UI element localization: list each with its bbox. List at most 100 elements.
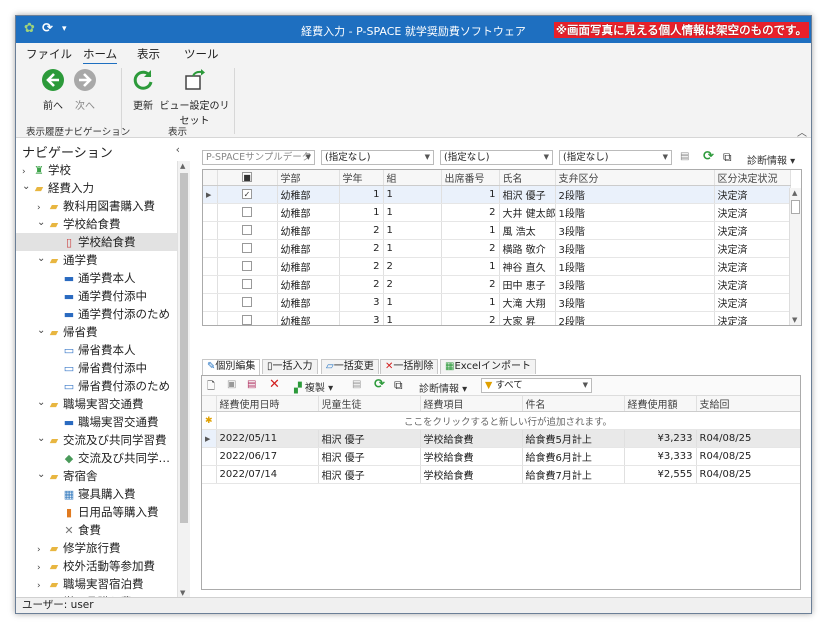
row-checkbox[interactable]: ✓ — [217, 185, 278, 204]
expense-cell[interactable]: 2022/05/11 — [216, 429, 319, 448]
expense-cell[interactable]: 相沢 優子 — [318, 447, 421, 466]
refresh-button[interactable]: 更新 — [128, 68, 158, 112]
collapsed-arrow-icon[interactable]: › — [37, 541, 47, 557]
student-cell[interactable]: 幼稚部 — [277, 221, 340, 240]
student-cell[interactable]: 1 — [441, 185, 500, 204]
collapsed-arrow-icon[interactable]: › — [37, 199, 47, 215]
student-cell[interactable]: 大滝 大翔 — [499, 293, 556, 312]
student-cell[interactable]: 幼稚部 — [277, 239, 340, 258]
tree-node-2[interactable]: › ▰ 教科用図書購入費 — [16, 197, 177, 215]
row-checkbox[interactable] — [217, 293, 278, 312]
student-cell[interactable]: 相沢 優子 — [499, 185, 556, 204]
expand-arrow-icon[interactable]: ⌄ — [37, 251, 47, 268]
student-cell[interactable]: 1 — [441, 257, 500, 276]
collapsed-arrow-icon[interactable]: › — [37, 577, 47, 593]
scroll-down-icon[interactable]: ▼ — [792, 316, 797, 324]
scroll-up-icon[interactable]: ▲ — [180, 162, 185, 170]
menu-view[interactable]: 表示 — [137, 46, 160, 62]
tree-node-4[interactable]: ▯ 学校給食費 — [16, 233, 177, 251]
col-header[interactable]: 経費使用額 — [624, 396, 697, 412]
collapse-nav-icon[interactable]: ‹ — [176, 143, 180, 156]
expense-cell[interactable]: 2022/07/14 — [216, 465, 319, 484]
student-cell[interactable]: 2 — [383, 257, 442, 276]
row-checkbox[interactable] — [217, 239, 278, 258]
tree-node-11[interactable]: ▭ 帰省費付添中 — [16, 359, 177, 377]
col-header[interactable]: 組 — [383, 170, 442, 186]
student-cell[interactable]: 風 浩太 — [499, 221, 556, 240]
student-row[interactable]: 幼稚部 1 1 2 大井 健太郎 1段階 決定済 — [203, 203, 791, 222]
student-row[interactable]: 幼稚部 3 1 1 大滝 大翔 3段階 決定済 — [203, 293, 791, 312]
expense-row[interactable]: 2022/07/14 相沢 優子 学校給食費 給食費7月計上 ¥2,555 R04/08/… — [202, 465, 800, 484]
menu-file[interactable]: ファイル — [26, 46, 72, 62]
student-cell[interactable]: 2 — [441, 239, 500, 258]
tree-node-7[interactable]: ▬ 通学費付添中 — [16, 287, 177, 305]
student-cell[interactable]: 幼稚部 — [277, 293, 340, 312]
tab-individual-edit[interactable]: ✎個別編集 — [202, 359, 261, 375]
tree-node-10[interactable]: ▭ 帰省費本人 — [16, 341, 177, 359]
expense-cell[interactable]: 学校給食費 — [420, 447, 523, 466]
student-cell[interactable]: 1 — [383, 221, 442, 240]
tab-bulk-delete[interactable]: ✕一括削除 — [380, 359, 439, 374]
tree-node-13[interactable]: ⌄ ▰ 職場実習交通費 — [16, 395, 177, 413]
student-cell[interactable]: 大家 昇 — [499, 311, 556, 325]
student-row[interactable]: 幼稚部 2 1 2 横路 敬介 3段階 決定済 — [203, 239, 791, 258]
menu-tools[interactable]: ツール — [184, 46, 219, 62]
print-icon[interactable]: ▤ — [352, 379, 361, 390]
expense-cell[interactable]: 学校給食費 — [420, 429, 523, 448]
expense-cell[interactable]: 学校給食費 — [420, 465, 523, 484]
student-cell[interactable]: 田中 恵子 — [499, 275, 556, 294]
department-filter[interactable]: (指定なし) ▼ — [321, 150, 434, 165]
tree-node-23[interactable]: › ▰ 職場実習宿泊費 — [16, 575, 177, 593]
row-checkbox[interactable] — [217, 311, 278, 325]
student-cell[interactable]: 神谷 直久 — [499, 257, 556, 276]
expense-cell[interactable]: R04/08/25 — [696, 447, 800, 466]
new-row[interactable]: ✱ ここをクリックすると新しい行が追加されます。 — [202, 411, 800, 430]
expense-cell[interactable]: 2022/06/17 — [216, 447, 319, 466]
student-cell[interactable]: 1 — [383, 293, 442, 312]
expense-cell[interactable]: 相沢 優子 — [318, 429, 421, 448]
diagnostics-menu[interactable]: 診断情報 ▾ — [747, 152, 795, 167]
tree-node-9[interactable]: ⌄ ▰ 帰省費 — [16, 323, 177, 341]
expense-cell[interactable]: R04/08/25 — [696, 465, 800, 484]
tree-node-17[interactable]: ⌄ ▰ 寄宿舎 — [16, 467, 177, 485]
back-button[interactable]: 前へ — [38, 68, 68, 112]
student-cell[interactable]: 決定済 — [714, 311, 791, 325]
col-header[interactable]: 支弁区分 — [555, 170, 715, 186]
tree-node-19[interactable]: ▮ 日用品等購入費 — [16, 503, 177, 521]
class-filter[interactable]: (指定なし) ▼ — [559, 150, 672, 165]
student-cell[interactable]: 2段階 — [555, 185, 715, 204]
school-select[interactable]: P-SPACEサンプルデータ ▼ — [202, 150, 315, 165]
expense-cell[interactable]: ¥3,233 — [624, 429, 697, 448]
col-header[interactable]: 区分決定状況 — [714, 170, 791, 186]
student-cell[interactable]: 幼稚部 — [277, 275, 340, 294]
row-checkbox[interactable] — [217, 221, 278, 240]
expense-cell[interactable]: 相沢 優子 — [318, 465, 421, 484]
menu-home[interactable]: ホーム — [83, 46, 118, 65]
student-cell[interactable]: 2 — [339, 275, 384, 294]
tree-node-6[interactable]: ▬ 通学費本人 — [16, 269, 177, 287]
reset-grid-icon[interactable]: ⧉ — [723, 150, 732, 165]
row-checkbox[interactable] — [217, 257, 278, 276]
student-cell[interactable]: 1段階 — [555, 257, 715, 276]
tab-bulk-input[interactable]: ▯一括入力 — [262, 359, 318, 374]
student-cell[interactable]: 決定済 — [714, 293, 791, 312]
copy-button[interactable]: ▞ 複製 ▾ — [294, 379, 333, 394]
col-header[interactable]: 経費項目 — [420, 396, 523, 412]
expense-cell[interactable]: 給食費5月計上 — [522, 429, 625, 448]
nav-scrollbar[interactable]: ▲ ▼ — [177, 161, 190, 598]
new-document-icon[interactable]: 🗋 — [207, 379, 215, 396]
student-cell[interactable]: 2 — [339, 221, 384, 240]
tree-node-5[interactable]: ⌄ ▰ 通学費 — [16, 251, 177, 269]
expand-arrow-icon[interactable]: ⌄ — [22, 179, 32, 196]
expand-arrow-icon[interactable]: ⌄ — [37, 431, 47, 448]
tree-node-20[interactable]: ✕ 食費 — [16, 521, 177, 539]
col-header[interactable]: 経費使用日時 — [216, 396, 319, 412]
tab-excel-import[interactable]: ▦Excelインポート — [440, 359, 536, 374]
col-header[interactable]: 支給回 — [696, 396, 800, 412]
delete-icon[interactable]: ✕ — [269, 377, 280, 392]
student-cell[interactable]: 幼稚部 — [277, 257, 340, 276]
expense-cell[interactable]: ¥2,555 — [624, 465, 697, 484]
col-header[interactable]: 件名 — [522, 396, 625, 412]
student-cell[interactable]: 決定済 — [714, 203, 791, 222]
row-checkbox[interactable] — [217, 203, 278, 222]
